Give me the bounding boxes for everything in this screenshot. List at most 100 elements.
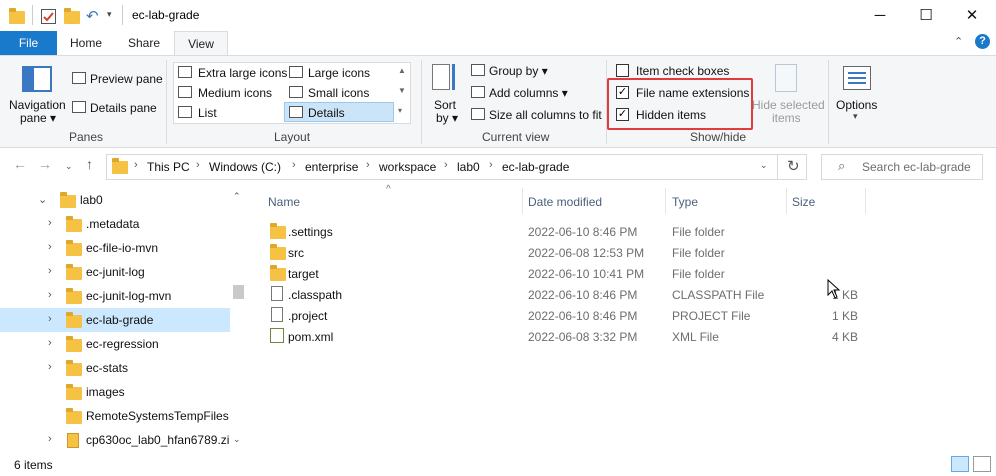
layout-list[interactable]: List xyxy=(198,106,217,120)
chevron-right-icon[interactable]: › xyxy=(48,433,52,445)
chevron-right-icon[interactable]: › xyxy=(48,265,52,277)
tree-item-ec-file-io-mvn[interactable]: › ec-file-io-mvn xyxy=(0,236,230,260)
layout-extra-large-icons[interactable]: Extra large icons xyxy=(198,66,287,80)
item-check-boxes-label[interactable]: Item check boxes xyxy=(636,64,729,78)
breadcrumb-ec-lab-grade[interactable]: ec-lab-grade xyxy=(502,160,569,174)
chevron-right-icon[interactable]: › xyxy=(489,159,493,171)
refresh-icon[interactable]: ↻ xyxy=(787,157,800,175)
column-divider[interactable] xyxy=(522,188,523,214)
collapse-ribbon-icon[interactable]: ⌃ xyxy=(954,35,963,48)
navigation-pane-label-2[interactable]: pane ▾ xyxy=(20,111,56,125)
column-divider[interactable] xyxy=(865,188,866,214)
tree-item-ec-lab-grade[interactable]: › ec-lab-grade xyxy=(0,308,230,332)
column-header-name[interactable]: Name xyxy=(268,195,300,209)
large-icons-view-button[interactable] xyxy=(973,456,991,472)
back-icon[interactable]: ← xyxy=(13,156,27,172)
breadcrumb-this-pc[interactable]: This PC xyxy=(147,160,190,174)
add-columns-button[interactable]: Add columns ▾ xyxy=(489,86,568,100)
details-pane-button[interactable]: Details pane xyxy=(90,101,157,115)
tree-item-ec-junit-log-mvn[interactable]: › ec-junit-log-mvn xyxy=(0,284,230,308)
tree-item-metadata[interactable]: › .metadata xyxy=(0,212,230,236)
forward-icon[interactable]: → xyxy=(38,156,52,172)
file-name[interactable]: .classpath xyxy=(288,288,342,302)
nav-pane-scrollbar[interactable] xyxy=(230,186,247,454)
chevron-down-icon[interactable]: ⌄ xyxy=(38,193,47,206)
breadcrumb-workspace[interactable]: workspace xyxy=(379,160,436,174)
sort-by-label[interactable]: Sort xyxy=(434,98,456,112)
search-input[interactable]: Search ec-lab-grade xyxy=(862,160,971,174)
chevron-right-icon[interactable]: › xyxy=(48,289,52,301)
column-header-size[interactable]: Size xyxy=(792,195,815,209)
tree-item-images[interactable]: images xyxy=(0,380,230,404)
address-dropdown-icon[interactable]: ⌄ xyxy=(760,160,768,171)
help-icon[interactable]: ? xyxy=(975,34,990,49)
options-button[interactable]: Options xyxy=(836,98,877,112)
chevron-right-icon[interactable]: › xyxy=(48,217,52,229)
tab-share[interactable]: Share xyxy=(118,31,170,55)
tab-home[interactable]: Home xyxy=(60,31,112,55)
column-header-date-modified[interactable]: Date modified xyxy=(528,195,602,209)
undo-icon[interactable]: ↶ xyxy=(86,7,99,25)
preview-pane-button[interactable]: Preview pane xyxy=(90,72,163,86)
chevron-right-icon[interactable]: › xyxy=(48,241,52,253)
layout-details[interactable]: Details xyxy=(308,106,345,120)
gallery-scroll-up-icon[interactable]: ▲ xyxy=(398,66,406,75)
chevron-right-icon[interactable]: › xyxy=(48,337,52,349)
tree-item-ec-stats[interactable]: › ec-stats xyxy=(0,356,230,380)
scroll-down-icon[interactable]: ⌄ xyxy=(233,434,241,445)
file-name[interactable]: src xyxy=(288,246,304,260)
breadcrumb-lab0[interactable]: lab0 xyxy=(457,160,480,174)
chevron-right-icon[interactable]: › xyxy=(196,159,200,171)
sort-by-label-2[interactable]: by ▾ xyxy=(436,111,458,125)
up-icon[interactable]: ↑ xyxy=(86,156,93,172)
tree-item-remotesystemstempfiles[interactable]: RemoteSystemsTempFiles xyxy=(0,404,230,428)
file-name[interactable]: target xyxy=(288,267,319,281)
column-header-type[interactable]: Type xyxy=(672,195,698,209)
group-by-button[interactable]: Group by ▾ xyxy=(489,64,548,78)
details-pane-icon[interactable] xyxy=(72,101,86,113)
file-name[interactable]: .settings xyxy=(288,225,333,239)
column-divider[interactable] xyxy=(786,188,787,214)
size-all-columns-button[interactable]: Size all columns to fit xyxy=(489,108,602,122)
minimize-button[interactable]: ─ xyxy=(857,0,903,31)
item-check-boxes-checkbox[interactable] xyxy=(616,64,629,77)
gallery-scroll-down-icon[interactable]: ▼ xyxy=(398,86,406,95)
preview-pane-icon[interactable] xyxy=(72,72,86,84)
chevron-right-icon[interactable]: › xyxy=(292,159,296,171)
tree-item-lab0[interactable]: ⌄ lab0 xyxy=(0,188,230,212)
navigation-pane-icon[interactable] xyxy=(22,66,52,92)
tree-item-ec-junit-log[interactable]: › ec-junit-log xyxy=(0,260,230,284)
breadcrumb-enterprise[interactable]: enterprise xyxy=(305,160,358,174)
tree-item-ec-regression[interactable]: › ec-regression xyxy=(0,332,230,356)
layout-large-icons[interactable]: Large icons xyxy=(308,66,370,80)
chevron-right-icon[interactable]: › xyxy=(48,361,52,373)
chevron-right-icon[interactable]: › xyxy=(134,159,138,171)
file-name[interactable]: pom.xml xyxy=(288,330,333,344)
xml-file-icon xyxy=(270,328,284,343)
close-button[interactable]: ✕ xyxy=(949,0,995,31)
sort-by-icon[interactable] xyxy=(430,62,458,92)
details-view-button[interactable] xyxy=(951,456,969,472)
options-dropdown-icon[interactable]: ▾ xyxy=(853,111,858,122)
file-name[interactable]: .project xyxy=(288,309,327,323)
tab-view[interactable]: View xyxy=(174,31,228,56)
tab-file[interactable]: File xyxy=(0,31,57,55)
options-icon[interactable] xyxy=(843,66,871,90)
customize-quick-access-icon[interactable]: ▾ xyxy=(107,9,112,20)
gallery-expand-icon[interactable]: ▾ xyxy=(398,106,402,115)
scroll-up-icon[interactable]: ⌃ xyxy=(233,191,241,202)
layout-medium-icons[interactable]: Medium icons xyxy=(198,86,272,100)
column-divider[interactable] xyxy=(665,188,666,214)
tree-item-zip[interactable]: › cp630oc_lab0_hfan6789.zip xyxy=(0,428,236,452)
recent-locations-icon[interactable]: ⌄ xyxy=(65,161,73,172)
chevron-right-icon[interactable]: › xyxy=(444,159,448,171)
breadcrumb-windows-c[interactable]: Windows (C:) xyxy=(209,160,281,174)
maximize-button[interactable]: ☐ xyxy=(903,0,949,31)
scrollbar-thumb[interactable] xyxy=(233,285,244,299)
navigation-pane-label[interactable]: Navigation xyxy=(9,98,66,112)
chevron-right-icon[interactable]: › xyxy=(366,159,370,171)
chevron-right-icon[interactable]: › xyxy=(48,313,52,325)
properties-icon[interactable] xyxy=(41,9,56,24)
new-folder-icon[interactable] xyxy=(64,8,80,24)
layout-small-icons[interactable]: Small icons xyxy=(308,86,369,100)
